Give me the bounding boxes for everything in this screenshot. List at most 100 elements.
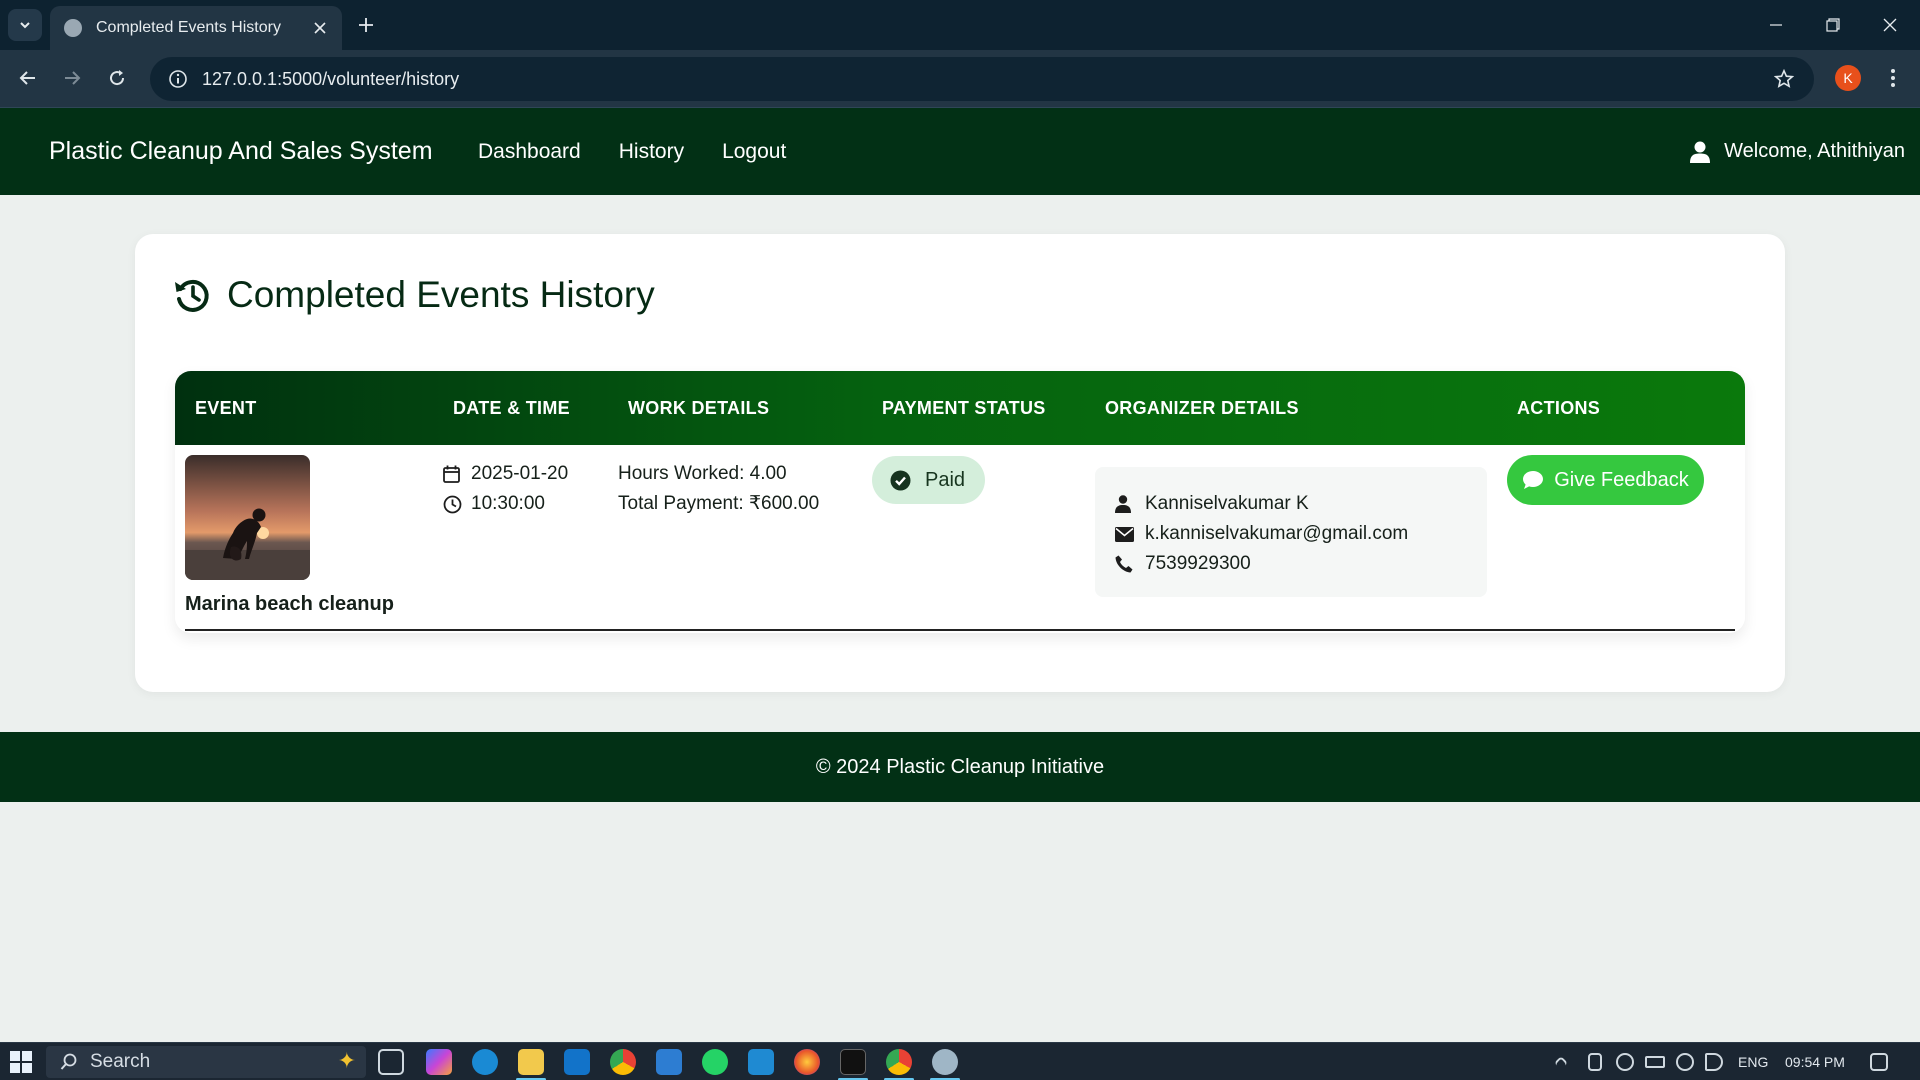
chevron-down-icon <box>20 22 30 29</box>
search-icon <box>60 1053 78 1071</box>
arrow-left-icon <box>19 71 35 85</box>
windows-taskbar: Search ✦ ENG 09:54 PM <box>0 1042 1920 1080</box>
event-time: 10:30:00 <box>471 493 545 514</box>
organizer-email: k.kanniselvakumar@gmail.com <box>1145 523 1409 544</box>
address-bar[interactable]: 127.0.0.1:5000/volunteer/history <box>150 57 1814 101</box>
give-feedback-button[interactable]: Give Feedback <box>1507 455 1704 505</box>
comment-icon <box>1522 470 1544 490</box>
history-table: EVENT DATE & TIME WORK DETAILS PAYMENT S… <box>175 371 1745 633</box>
restore-button[interactable] <box>1807 5 1859 45</box>
whatsapp-app-icon[interactable] <box>702 1049 728 1075</box>
browser-tab-bar: Completed Events History <box>0 0 1920 50</box>
site-info-button[interactable] <box>158 59 198 99</box>
clock-icon <box>443 495 471 514</box>
page-heading: Completed Events History <box>173 274 655 316</box>
event-date: 2025-01-20 <box>471 463 569 484</box>
user-icon <box>1115 495 1145 513</box>
profile-avatar[interactable]: K <box>1835 65 1861 91</box>
reload-button[interactable] <box>99 60 135 96</box>
site-brand[interactable]: Plastic Cleanup And Sales System <box>49 108 433 195</box>
close-icon <box>1883 18 1897 32</box>
organizer-details-cell: Kanniselvakumar K k.kanniselvakumar@gmai… <box>1095 467 1487 597</box>
date-time-cell: 2025-01-20 10:30:00 <box>443 459 568 519</box>
organizer-phone: 7539929300 <box>1145 553 1251 574</box>
close-icon <box>314 22 326 34</box>
chevron-up-icon[interactable] <box>1553 1055 1569 1071</box>
terminal-app-icon[interactable] <box>840 1049 866 1075</box>
language-indicator[interactable]: ENG <box>1738 1043 1768 1080</box>
column-header-date-time: DATE & TIME <box>453 398 570 418</box>
nav-links: Dashboard History Logout <box>478 108 824 195</box>
table-header: EVENT DATE & TIME WORK DETAILS PAYMENT S… <box>175 371 1745 445</box>
history-icon <box>173 276 211 314</box>
plus-icon <box>359 18 373 32</box>
give-feedback-label: Give Feedback <box>1554 468 1689 491</box>
history-card: Completed Events History EVENT DATE & TI… <box>135 234 1785 692</box>
taskbar-search-placeholder: Search <box>90 1051 151 1072</box>
browser-tab[interactable]: Completed Events History <box>50 6 342 50</box>
hours-worked: Hours Worked: 4.00 <box>618 463 787 484</box>
row-divider <box>185 629 1735 631</box>
globe-icon <box>64 19 82 37</box>
reload-icon <box>110 70 125 86</box>
tab-list-button[interactable] <box>8 9 42 41</box>
taskbar-search[interactable]: Search ✦ <box>46 1046 366 1078</box>
welcome-user: Welcome, Athithiyan <box>1690 108 1905 195</box>
phone-icon <box>1115 555 1145 573</box>
nav-link-logout[interactable]: Logout <box>722 140 786 164</box>
welcome-text: Welcome, Athithiyan <box>1724 140 1905 162</box>
star-icon <box>1774 69 1794 88</box>
new-tab-button[interactable] <box>352 11 380 39</box>
minimize-button[interactable] <box>1750 5 1802 45</box>
page-title: Completed Events History <box>227 274 655 315</box>
meet-now-icon[interactable] <box>1588 1053 1602 1071</box>
browser-menu-button[interactable] <box>1878 62 1908 94</box>
close-window-button[interactable] <box>1864 5 1916 45</box>
column-header-event: EVENT <box>195 398 257 418</box>
file-explorer-icon[interactable] <box>518 1049 544 1075</box>
tab-title: Completed Events History <box>96 19 281 36</box>
event-image <box>185 455 310 580</box>
user-icon <box>1690 141 1711 163</box>
onedrive-icon[interactable] <box>1616 1053 1634 1071</box>
clock[interactable]: 09:54 PM <box>1785 1043 1845 1080</box>
column-header-work-details: WORK DETAILS <box>628 398 770 418</box>
windows-start-button[interactable] <box>10 1051 32 1073</box>
total-payment: Total Payment: ₹600.00 <box>618 493 820 514</box>
nav-link-dashboard[interactable]: Dashboard <box>478 140 581 164</box>
vscode-app-icon[interactable] <box>748 1049 774 1075</box>
notification-icon[interactable] <box>1870 1053 1888 1071</box>
back-button[interactable] <box>10 60 46 96</box>
firefox-app-icon[interactable] <box>794 1049 820 1075</box>
nav-link-history[interactable]: History <box>619 140 684 164</box>
minimize-icon <box>1770 24 1782 26</box>
column-header-payment-status: PAYMENT STATUS <box>882 398 1046 418</box>
site-navbar: Plastic Cleanup And Sales System Dashboa… <box>0 108 1920 195</box>
url-text: 127.0.0.1:5000/volunteer/history <box>202 68 460 89</box>
arrow-right-icon <box>65 71 81 85</box>
battery-icon[interactable] <box>1645 1056 1665 1068</box>
copilot-sparkle-icon: ✦ <box>337 1048 356 1073</box>
chrome-active-app-icon[interactable] <box>886 1049 912 1075</box>
python-app-icon[interactable] <box>932 1049 958 1075</box>
work-details-cell: Hours Worked: 4.00 Total Payment: ₹600.0… <box>618 459 819 519</box>
info-icon <box>169 70 187 88</box>
store-app-icon[interactable] <box>656 1049 682 1075</box>
task-view-icon[interactable] <box>378 1049 404 1075</box>
organizer-name: Kanniselvakumar K <box>1145 493 1309 514</box>
outlook-app-icon[interactable] <box>564 1049 590 1075</box>
forward-button[interactable] <box>54 60 90 96</box>
column-header-actions: ACTIONS <box>1517 398 1601 418</box>
browser-toolbar: 127.0.0.1:5000/volunteer/history K <box>0 50 1920 108</box>
payment-status-text: Paid <box>925 468 966 491</box>
chrome-app-icon[interactable] <box>610 1049 636 1075</box>
copilot-app-icon[interactable] <box>426 1049 452 1075</box>
edge-app-icon[interactable] <box>472 1049 498 1075</box>
site-footer: © 2024 Plastic Cleanup Initiative <box>0 732 1920 802</box>
close-tab-button[interactable] <box>308 16 332 40</box>
bookmark-button[interactable] <box>1764 59 1804 99</box>
speaker-icon[interactable] <box>1705 1053 1723 1071</box>
more-vertical-icon <box>1891 69 1895 87</box>
network-globe-icon[interactable] <box>1676 1053 1694 1071</box>
check-circle-icon <box>890 470 911 491</box>
